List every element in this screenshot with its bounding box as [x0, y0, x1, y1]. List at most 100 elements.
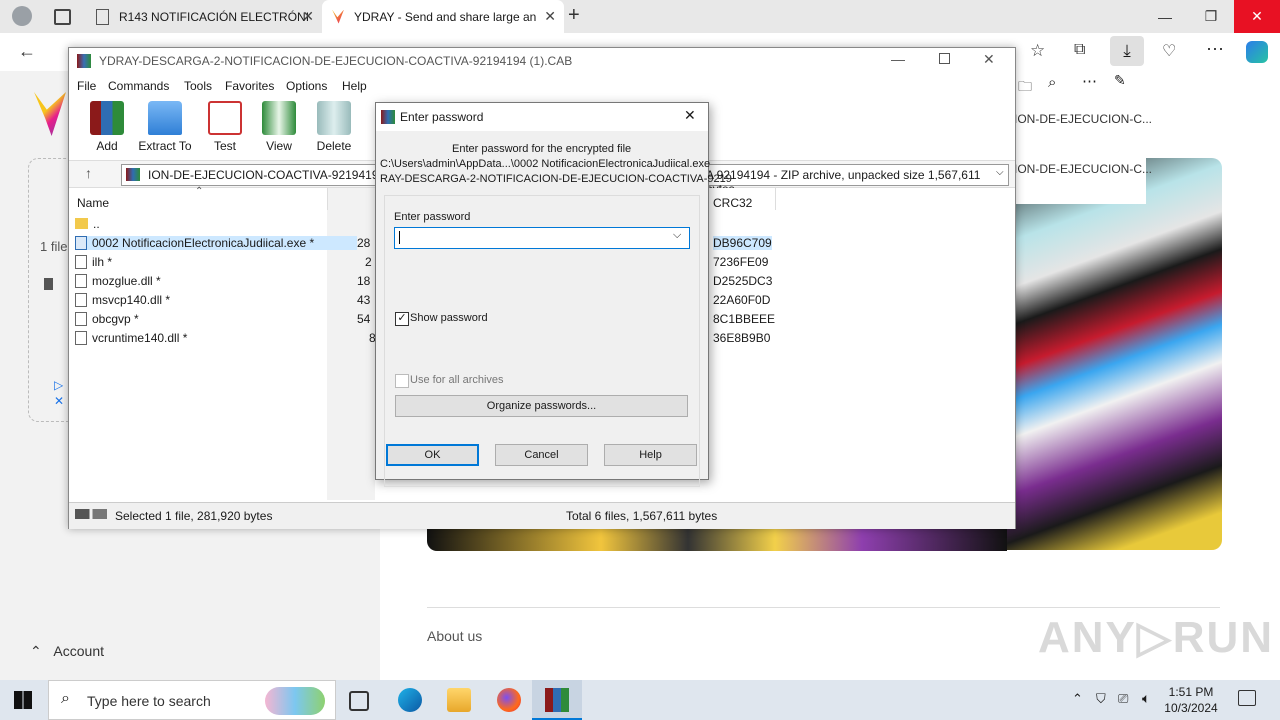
divider — [327, 188, 328, 210]
winrar-icon — [545, 688, 569, 712]
tab-notificacion[interactable]: R143 NOTIFICACIÓN ELECTRÓNI ✕ — [86, 0, 322, 33]
help-button[interactable]: Help — [604, 444, 697, 466]
clock[interactable]: 1:51 PM 10/3/2024 — [1160, 684, 1222, 716]
cancel-button[interactable]: Cancel — [495, 444, 588, 466]
close-icon[interactable]: ✕ — [684, 107, 696, 124]
tab-actions-icon[interactable] — [54, 9, 71, 25]
firefox-icon[interactable] — [497, 688, 521, 712]
back-icon[interactable]: ← — [18, 41, 36, 62]
search-icon[interactable]: ⌕ — [1048, 74, 1056, 91]
pin-icon[interactable]: ✎ — [1114, 72, 1126, 89]
profile-icon[interactable] — [12, 6, 32, 26]
menu-help[interactable]: Help — [342, 79, 367, 93]
downloads-panel: 🗀 ⌕ ⋯ ✎ — [1006, 72, 1146, 204]
open-folder-icon[interactable]: 🗀 — [1018, 76, 1032, 100]
archive-add-icon — [90, 101, 124, 135]
taskbar: ⌕ Type here to search ⌃ ⛉ ⎚ 🔈︎ 1:51 PM 1… — [0, 680, 1280, 720]
about-us-link[interactable]: About us — [427, 628, 482, 644]
show-password-checkbox[interactable]: ✓ — [395, 312, 409, 326]
chevron-down-icon[interactable]: ⌵ — [996, 167, 1004, 178]
book-view-icon — [262, 101, 296, 135]
menu-options[interactable]: Options — [286, 79, 327, 93]
menu-favorites[interactable]: Favorites — [225, 79, 274, 93]
organize-passwords-button[interactable]: Organize passwords... — [395, 395, 688, 417]
downloads-icon[interactable]: ⤓ — [1110, 36, 1144, 66]
file-icon — [44, 278, 53, 290]
menu-commands[interactable]: Commands — [108, 79, 169, 93]
chevron-down-icon[interactable]: ⌵ — [673, 229, 681, 242]
menu-tools[interactable]: Tools — [184, 79, 212, 93]
tab-ydray[interactable]: YDRAY - Send and share large an ✕ — [322, 0, 564, 33]
chevron-up-icon[interactable]: ⌃ — [1072, 691, 1083, 707]
browser-tab-strip: R143 NOTIFICACIÓN ELECTRÓNI ✕ YDRAY - Se… — [0, 0, 1280, 33]
file-explorer-icon[interactable] — [447, 688, 471, 712]
tab-title: YDRAY - Send and share large an — [354, 9, 537, 24]
winrar-taskbar-button[interactable] — [532, 680, 582, 720]
maximize-button[interactable]: ❐ — [1188, 0, 1234, 33]
notifications-icon[interactable] — [1238, 690, 1256, 706]
add-button[interactable]: Add — [77, 101, 137, 153]
archive-path-text: RAY-DESCARGA-2-NOTIFICACION-DE-EJECUCION… — [380, 173, 732, 185]
password-label: Enter password — [394, 211, 471, 223]
network-icon[interactable]: ⎚ — [1118, 691, 1128, 707]
file-name: .. — [93, 216, 100, 231]
enter-password-dialog: Enter password ✕ Enter password for the … — [375, 102, 732, 487]
folder-extract-icon — [148, 101, 182, 135]
close-icon[interactable]: ✕ — [54, 394, 64, 408]
ok-button[interactable]: OK — [386, 444, 479, 466]
test-button[interactable]: Test — [195, 101, 255, 153]
account-link[interactable]: ⌃ Account — [30, 643, 104, 660]
download-item-name[interactable]: ION-DE-EJECUCION-C... — [1014, 112, 1152, 126]
extract-to-button[interactable]: Extract To — [135, 101, 195, 153]
file-icon — [75, 254, 87, 269]
search-placeholder: Type here to search — [87, 693, 211, 709]
file-crc: D2525DC3 — [713, 273, 773, 288]
play-icon: ▷ — [54, 378, 64, 392]
tab-title: R143 NOTIFICACIÓN ELECTRÓNI — [119, 9, 310, 24]
taskbar-search[interactable]: ⌕ Type here to search — [48, 680, 336, 720]
new-tab-button[interactable]: + — [568, 4, 580, 27]
minimize-button[interactable]: — — [1142, 0, 1188, 33]
copilot-icon[interactable] — [1246, 41, 1268, 63]
more-icon[interactable]: ⋯ — [1082, 72, 1097, 90]
anyrun-watermark: ANY▷RUN — [1038, 613, 1275, 662]
menu-file[interactable]: File — [77, 79, 96, 93]
dll-icon — [75, 330, 87, 345]
close-tab-icon[interactable]: ✕ — [302, 8, 314, 25]
show-password-label: Show password — [410, 312, 488, 324]
trash-icon — [317, 101, 351, 135]
task-view-icon[interactable] — [349, 691, 369, 711]
maximize-button[interactable] — [939, 53, 950, 64]
edge-icon[interactable] — [398, 688, 422, 712]
column-header-name[interactable]: Name — [77, 196, 109, 210]
favorites-icon[interactable]: ☆ — [1030, 41, 1045, 61]
delete-button[interactable]: Delete — [304, 101, 364, 153]
close-window-button[interactable]: ✕ — [1234, 0, 1280, 33]
ydray-favicon-icon — [332, 9, 344, 24]
browser-essentials-icon[interactable]: ♡ — [1162, 41, 1176, 61]
add-label: Add — [96, 139, 118, 153]
file-crc: 36E8B9B0 — [713, 330, 771, 345]
view-button[interactable]: View — [249, 101, 309, 153]
winrar-logo-icon — [77, 54, 91, 68]
minimize-button[interactable]: — — [891, 51, 905, 67]
defender-icon[interactable]: ⛉ — [1096, 691, 1106, 707]
clipboard-check-icon — [208, 101, 242, 135]
download-item-name[interactable]: ION-DE-EJECUCION-C... — [1014, 162, 1152, 176]
column-header-crc32[interactable]: CRC32 — [713, 196, 752, 210]
up-arrow-icon[interactable]: ↑ — [85, 165, 92, 181]
password-input[interactable]: ⌵ — [394, 227, 690, 249]
use-for-all-checkbox[interactable] — [395, 374, 409, 388]
close-tab-icon[interactable]: ✕ — [544, 8, 556, 25]
exe-icon — [75, 235, 87, 250]
dll-icon — [75, 273, 87, 288]
volume-icon[interactable]: 🔈︎ — [1142, 690, 1150, 707]
windows-start-icon[interactable] — [14, 691, 32, 709]
file-path-text: C:\Users\admin\AppData...\0002 Notificac… — [380, 158, 711, 170]
divider — [775, 188, 776, 210]
file-name: msvcp140.dll * — [92, 292, 171, 307]
more-options-icon[interactable]: ⋯ — [1206, 39, 1224, 60]
account-label: Account — [53, 643, 104, 659]
close-button[interactable]: ✕ — [983, 51, 995, 68]
collections-icon[interactable]: ⧉ — [1074, 41, 1085, 59]
